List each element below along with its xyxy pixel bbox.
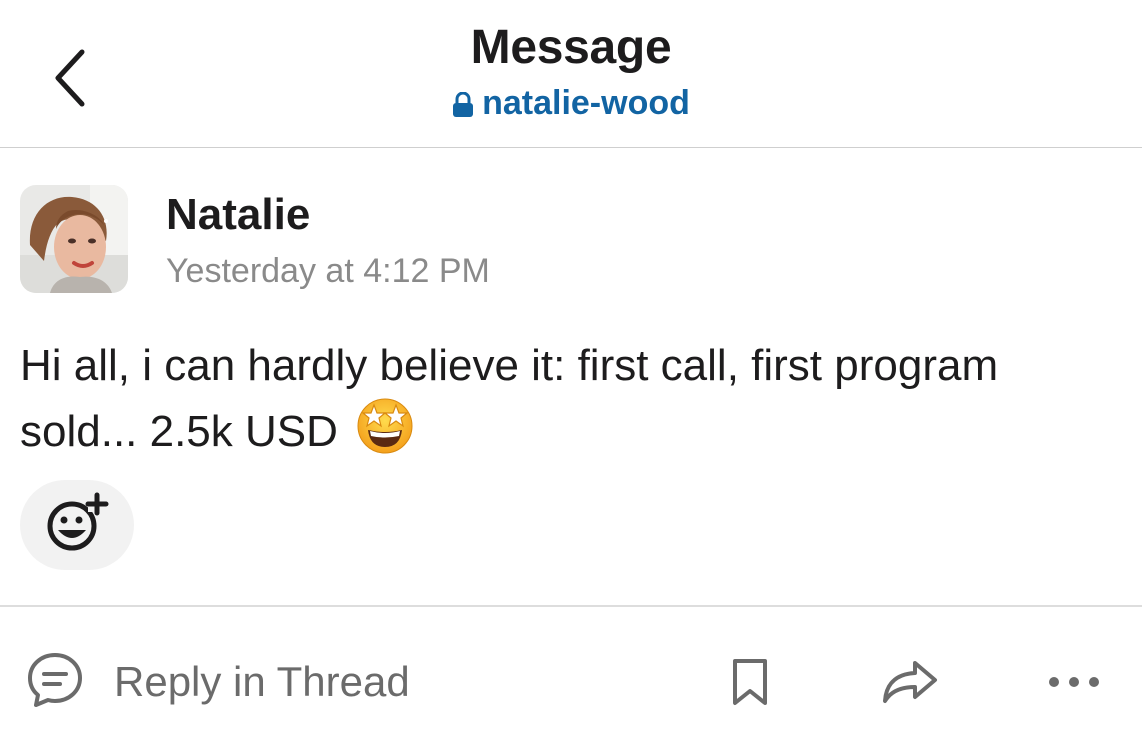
message-body: Hi all, i can hardly believe it: first c… <box>20 334 1020 463</box>
author-name[interactable]: Natalie <box>166 190 310 240</box>
channel-link[interactable]: natalie-wood <box>0 84 1142 123</box>
comment-icon <box>26 651 84 714</box>
bookmark-icon <box>731 657 769 712</box>
avatar[interactable] <box>20 185 128 293</box>
action-bar: Reply in Thread <box>0 606 1142 752</box>
more-horizontal-icon <box>1047 675 1101 694</box>
reply-label: Reply in Thread <box>114 658 410 705</box>
more-button[interactable] <box>1042 652 1106 716</box>
page-title: Message <box>470 21 672 74</box>
share-button[interactable] <box>878 652 942 716</box>
lock-icon <box>452 91 474 118</box>
header: Message natalie-wood <box>0 0 1142 148</box>
add-reaction-button[interactable] <box>20 480 134 570</box>
star-struck-emoji <box>356 397 414 455</box>
message-screen: Message natalie-wood Natalie Yesterday a… <box>0 0 1142 752</box>
save-button[interactable] <box>718 652 782 716</box>
message-timestamp: Yesterday at 4:12 PM <box>166 252 490 290</box>
channel-name: natalie-wood <box>482 84 690 122</box>
share-arrow-icon <box>881 659 939 710</box>
message-text: Hi all, i can hardly believe it: first c… <box>20 341 999 456</box>
reply-in-thread-button[interactable]: Reply in Thread <box>26 652 410 712</box>
add-reaction-icon <box>44 492 110 559</box>
